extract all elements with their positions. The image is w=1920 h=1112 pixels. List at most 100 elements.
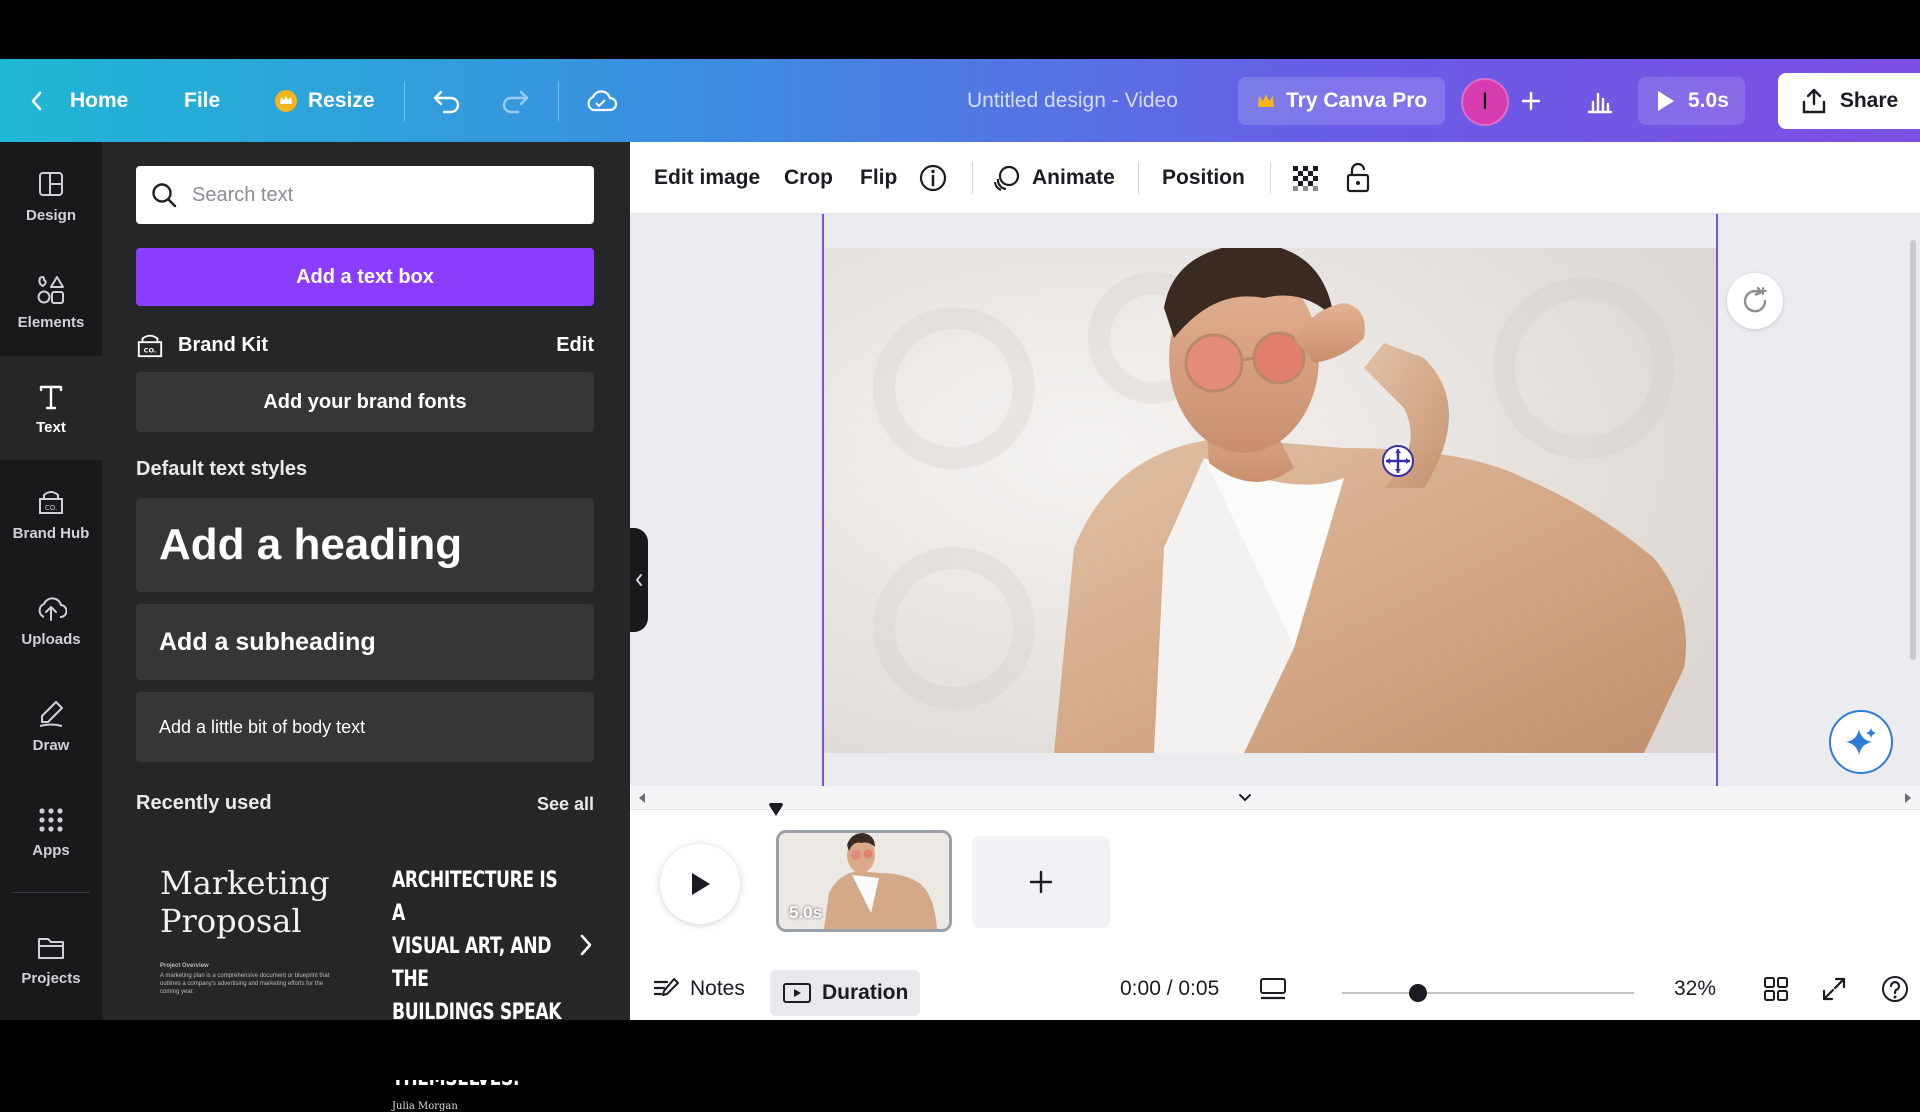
cloud-save-button[interactable] [584,59,618,142]
scroll-left-icon[interactable] [636,792,648,804]
add-brand-fonts-label: Add your brand fonts [263,390,467,413]
design-title[interactable]: Untitled design - Video [967,59,1178,142]
draw-icon [39,700,63,727]
add-brand-fonts-button[interactable]: Add your brand fonts [136,372,594,432]
share-label: Share [1839,89,1899,112]
search-box[interactable] [136,166,594,224]
zoom-slider-track[interactable] [1342,992,1634,994]
add-text-box-button[interactable]: Add a text box [136,248,594,306]
rail-label: Draw [32,736,70,754]
time-readout-label: 0:00 / 0:05 [1120,977,1220,1000]
vertical-scrollbar[interactable] [1910,240,1916,660]
rail-item-design[interactable]: Design [0,144,102,248]
move-handle-icon[interactable] [1380,443,1416,479]
add-body-text-button[interactable]: Add a little bit of body text [136,692,594,762]
toolbar-divider [972,162,973,194]
info-icon [919,164,947,192]
rail-item-elements[interactable]: Elements [0,250,102,354]
recent-text-template[interactable]: ARCHITECTURE IS A VISUAL ART, AND THE BU… [366,842,586,1112]
add-collaborator-button[interactable] [1520,59,1542,142]
share-button[interactable]: Share [1778,73,1920,129]
horizontal-scrollbar[interactable] [630,786,1920,810]
timeline-view-toggle[interactable] [1258,958,1288,1020]
flip-label: Flip [860,166,898,189]
see-all-link[interactable]: See all [537,794,594,815]
animate-label: Animate [1032,166,1115,189]
add-subheading-button[interactable]: Add a subheading [136,604,594,680]
rail-item-uploads[interactable]: Uploads [0,568,102,672]
timeline-play-button[interactable] [660,844,740,924]
zoom-slider-handle[interactable] [1408,984,1427,1002]
rail-item-projects[interactable]: Projects [0,908,102,1012]
context-toolbar: Edit image Crop Flip Animate Position [630,142,1920,214]
topbar-divider [404,81,405,121]
insights-button[interactable] [1586,59,1614,142]
rail-item-apps[interactable]: Apps [0,780,102,884]
help-icon [1882,976,1908,1002]
home-button[interactable]: Home [28,59,128,142]
rail-label: Design [25,206,76,224]
lock-button[interactable] [1344,142,1372,214]
apps-icon [39,807,63,832]
edit-image-button[interactable]: Edit image [654,142,760,214]
zoom-level[interactable]: 32% [1674,958,1716,1020]
flip-button[interactable]: Flip [860,142,897,214]
add-heading-button[interactable]: Add a heading [136,498,594,592]
recent-template-body: A marketing plan is a comprehensive docu… [160,973,330,995]
add-page-button[interactable] [972,836,1110,928]
collapse-panel-handle[interactable] [630,528,648,632]
plus-icon [1521,91,1541,110]
undo-button[interactable] [432,59,462,142]
unlock-icon [1346,162,1370,193]
duration-icon [783,983,811,1003]
info-button[interactable] [918,142,948,214]
present-duration-label: 5.0s [1688,89,1729,112]
rail-item-brand-hub[interactable]: CO. Brand Hub [0,462,102,566]
duration-button[interactable]: Duration [770,970,921,1016]
crown-icon [275,89,297,112]
grid-view-button[interactable] [1762,958,1790,1020]
recent-text-template[interactable]: Marketing Proposal Project Overview A ma… [136,842,350,1020]
timeline-view-icon [1260,978,1286,1000]
fullscreen-button[interactable] [1820,958,1848,1020]
time-readout: 0:00 / 0:05 [1120,958,1219,1020]
position-button[interactable]: Position [1162,142,1245,214]
resize-button[interactable]: Resize [274,59,375,142]
try-canva-pro-button[interactable]: Try Canva Pro [1238,77,1446,125]
help-button[interactable] [1880,958,1910,1020]
rail-item-draw[interactable]: Draw [0,674,102,778]
crop-button[interactable]: Crop [784,142,833,214]
redo-button[interactable] [500,59,530,142]
recent-template-title-line: Marketing [160,864,330,902]
transparency-button[interactable] [1290,142,1320,214]
top-bar: Home File Resize Untitled design - Video… [0,59,1920,142]
play-icon [1658,91,1674,111]
crown-icon [1258,94,1274,107]
sparkle-icon [1846,728,1876,755]
add-body-text-label: Add a little bit of body text [159,716,366,737]
scroll-right-icon[interactable] [1902,792,1914,804]
rail-label: Apps [32,841,70,859]
animate-icon [994,165,1020,191]
clip-duration-label: 5.0s [789,903,823,922]
avatar[interactable]: I [1461,78,1509,126]
brand-kit-label: Brand Kit [178,333,268,356]
canvas-photo[interactable] [824,248,1716,753]
magic-assistant-button[interactable] [1829,710,1893,774]
add-heading-label: Add a heading [159,520,463,569]
chevron-down-icon[interactable] [1234,790,1256,806]
timeline-clip[interactable]: 5.0s [776,830,952,932]
recent-next-arrow[interactable] [578,932,594,965]
edit-image-label: Edit image [654,166,761,189]
regenerate-button[interactable] [1727,273,1783,329]
present-play-button[interactable]: 5.0s [1638,77,1745,125]
animate-button[interactable]: Animate [992,142,1115,214]
rail-item-text[interactable]: Text [0,356,102,460]
brand-kit-edit-link[interactable]: Edit [556,334,594,357]
playhead-marker[interactable] [768,803,784,817]
letterbox-bottom [0,1020,1920,1080]
notes-button[interactable]: Notes [652,958,745,1020]
file-menu-button[interactable]: File [184,59,220,142]
search-input[interactable] [192,183,572,207]
home-label: Home [70,88,129,112]
